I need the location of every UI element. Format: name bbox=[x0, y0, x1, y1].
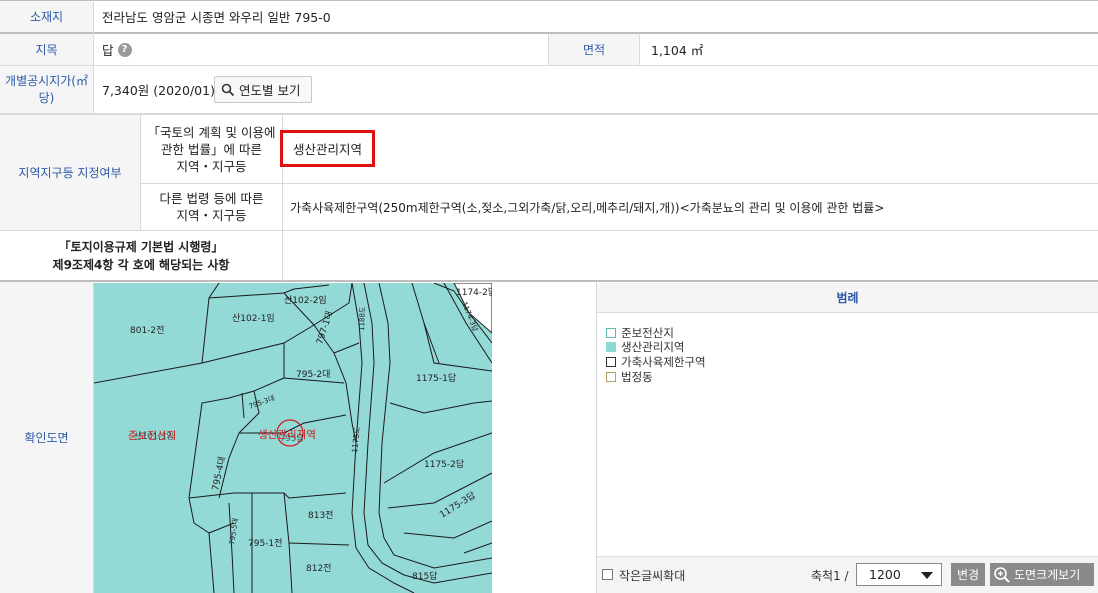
official-price-value: 7,340원 (2020/01) bbox=[102, 83, 215, 98]
search-icon bbox=[221, 83, 235, 96]
map-label-102-1: 산102-1임 bbox=[232, 312, 275, 324]
year-view-button[interactable]: 연도별 보기 bbox=[214, 76, 312, 103]
official-price-label: 개별공시지가(㎡ 당) bbox=[0, 66, 93, 113]
zoning-sub2-label: 다른 법령 등에 따른 지역・지구등 bbox=[141, 184, 282, 230]
map-label-795-2: 795-2대 bbox=[296, 369, 330, 380]
location-label: 소재지 bbox=[0, 1, 93, 32]
map-label: 확인도면 bbox=[0, 282, 93, 593]
legend-item-production-area: 생산관리지역 bbox=[606, 339, 684, 355]
regulation-label: 「토지이용규제 기본법 시행령」 제9조제4항 각 호에 해당되는 사항 bbox=[0, 231, 282, 280]
map-label-813: 813전 bbox=[308, 510, 333, 521]
legend-item-livestock-restriction: 가축사육제한구역 bbox=[606, 354, 706, 370]
map-label-1175-2: 1175-2답 bbox=[424, 458, 464, 470]
legend-item-legal-dong: 법정동 bbox=[606, 369, 653, 385]
area-value: 1,104 ㎡ bbox=[651, 43, 704, 58]
map-label-1175-1: 1175-1답 bbox=[416, 372, 456, 384]
map-label-795: 795답 bbox=[280, 433, 304, 444]
map-label-795-1: 795-1전 bbox=[248, 538, 282, 549]
map-label-1174-2: 1174-2답 bbox=[456, 286, 492, 298]
small-text-zoom-label[interactable]: 작은글씨확대 bbox=[619, 566, 685, 584]
cadastral-map[interactable]: 801-2전 산102-1임 산102-2임 1174-2답 797-1대 11… bbox=[94, 283, 492, 593]
map-label-812: 812전 bbox=[306, 563, 331, 574]
legend-title: 범례 bbox=[597, 283, 1098, 313]
map-label-801-2: 801-2전 bbox=[130, 325, 164, 336]
map-label-815: 815답 bbox=[412, 570, 437, 582]
chevron-down-icon bbox=[921, 572, 933, 579]
enlarge-map-button[interactable]: 도면크게보기 bbox=[990, 563, 1094, 586]
area-label: 면적 bbox=[549, 34, 639, 65]
zoning-sub1-label: 「국토의 계획 및 이용에 관한 법률」에 따른 지역・지구등 bbox=[141, 115, 282, 183]
scale-select[interactable]: 1200 bbox=[856, 563, 942, 586]
map-label-101-1: 산101-1임 bbox=[134, 431, 174, 442]
question-circle-icon[interactable]: ? bbox=[117, 42, 132, 57]
zoning-sub1-value: 생산관리지역 bbox=[280, 130, 375, 167]
zoning-label: 지역지구등 지정여부 bbox=[0, 115, 140, 230]
change-scale-button[interactable]: 변경 bbox=[951, 563, 985, 586]
land-category-value: 답 ? bbox=[102, 34, 132, 65]
location-value: 전라남도 영암군 시종면 와우리 일반 795-0 bbox=[102, 10, 331, 25]
map-label-102-2: 산102-2임 bbox=[284, 294, 327, 306]
zoning-sub2-value: 가축사육제한구역(250m제한구역(소,젖소,그외가축/닭,오리,메추리/돼지,… bbox=[290, 200, 885, 215]
map-label-1188: 1188도 bbox=[358, 306, 367, 331]
zoom-in-icon bbox=[994, 566, 1010, 583]
small-text-zoom-checkbox[interactable] bbox=[602, 569, 613, 580]
land-category-label: 지목 bbox=[0, 34, 93, 65]
scale-label: 축척1 / bbox=[811, 568, 849, 583]
